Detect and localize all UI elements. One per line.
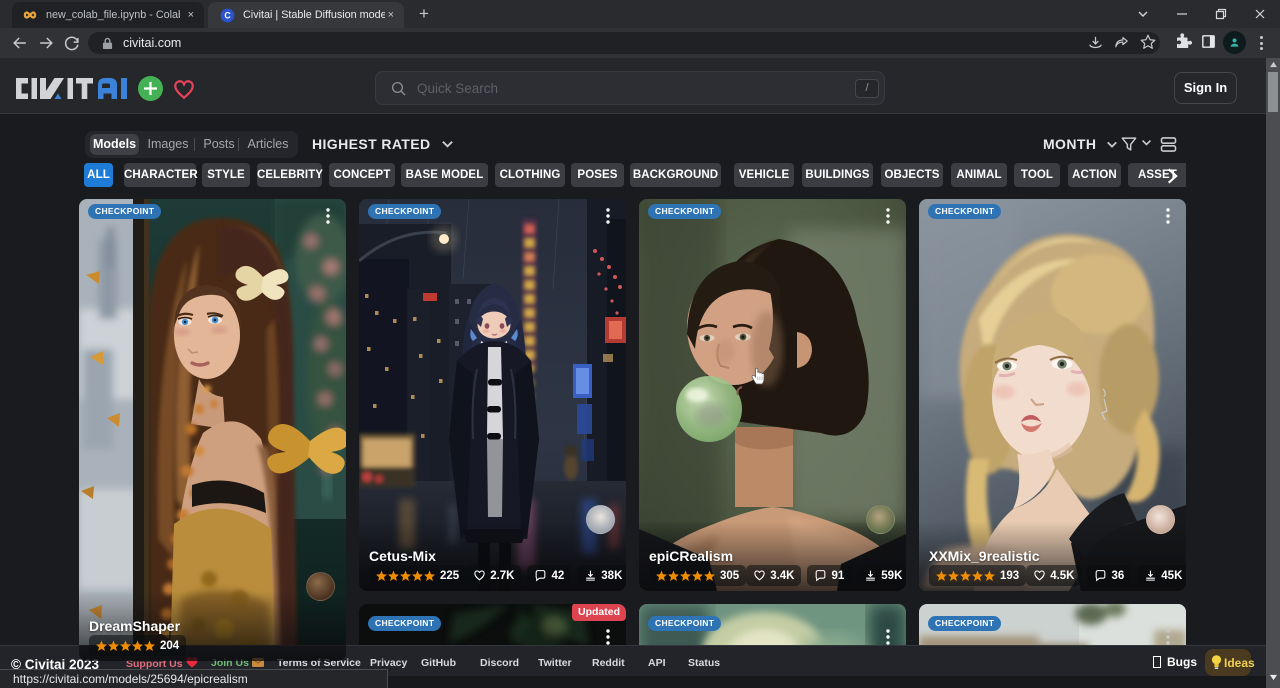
svg-text:C: C xyxy=(224,10,231,20)
